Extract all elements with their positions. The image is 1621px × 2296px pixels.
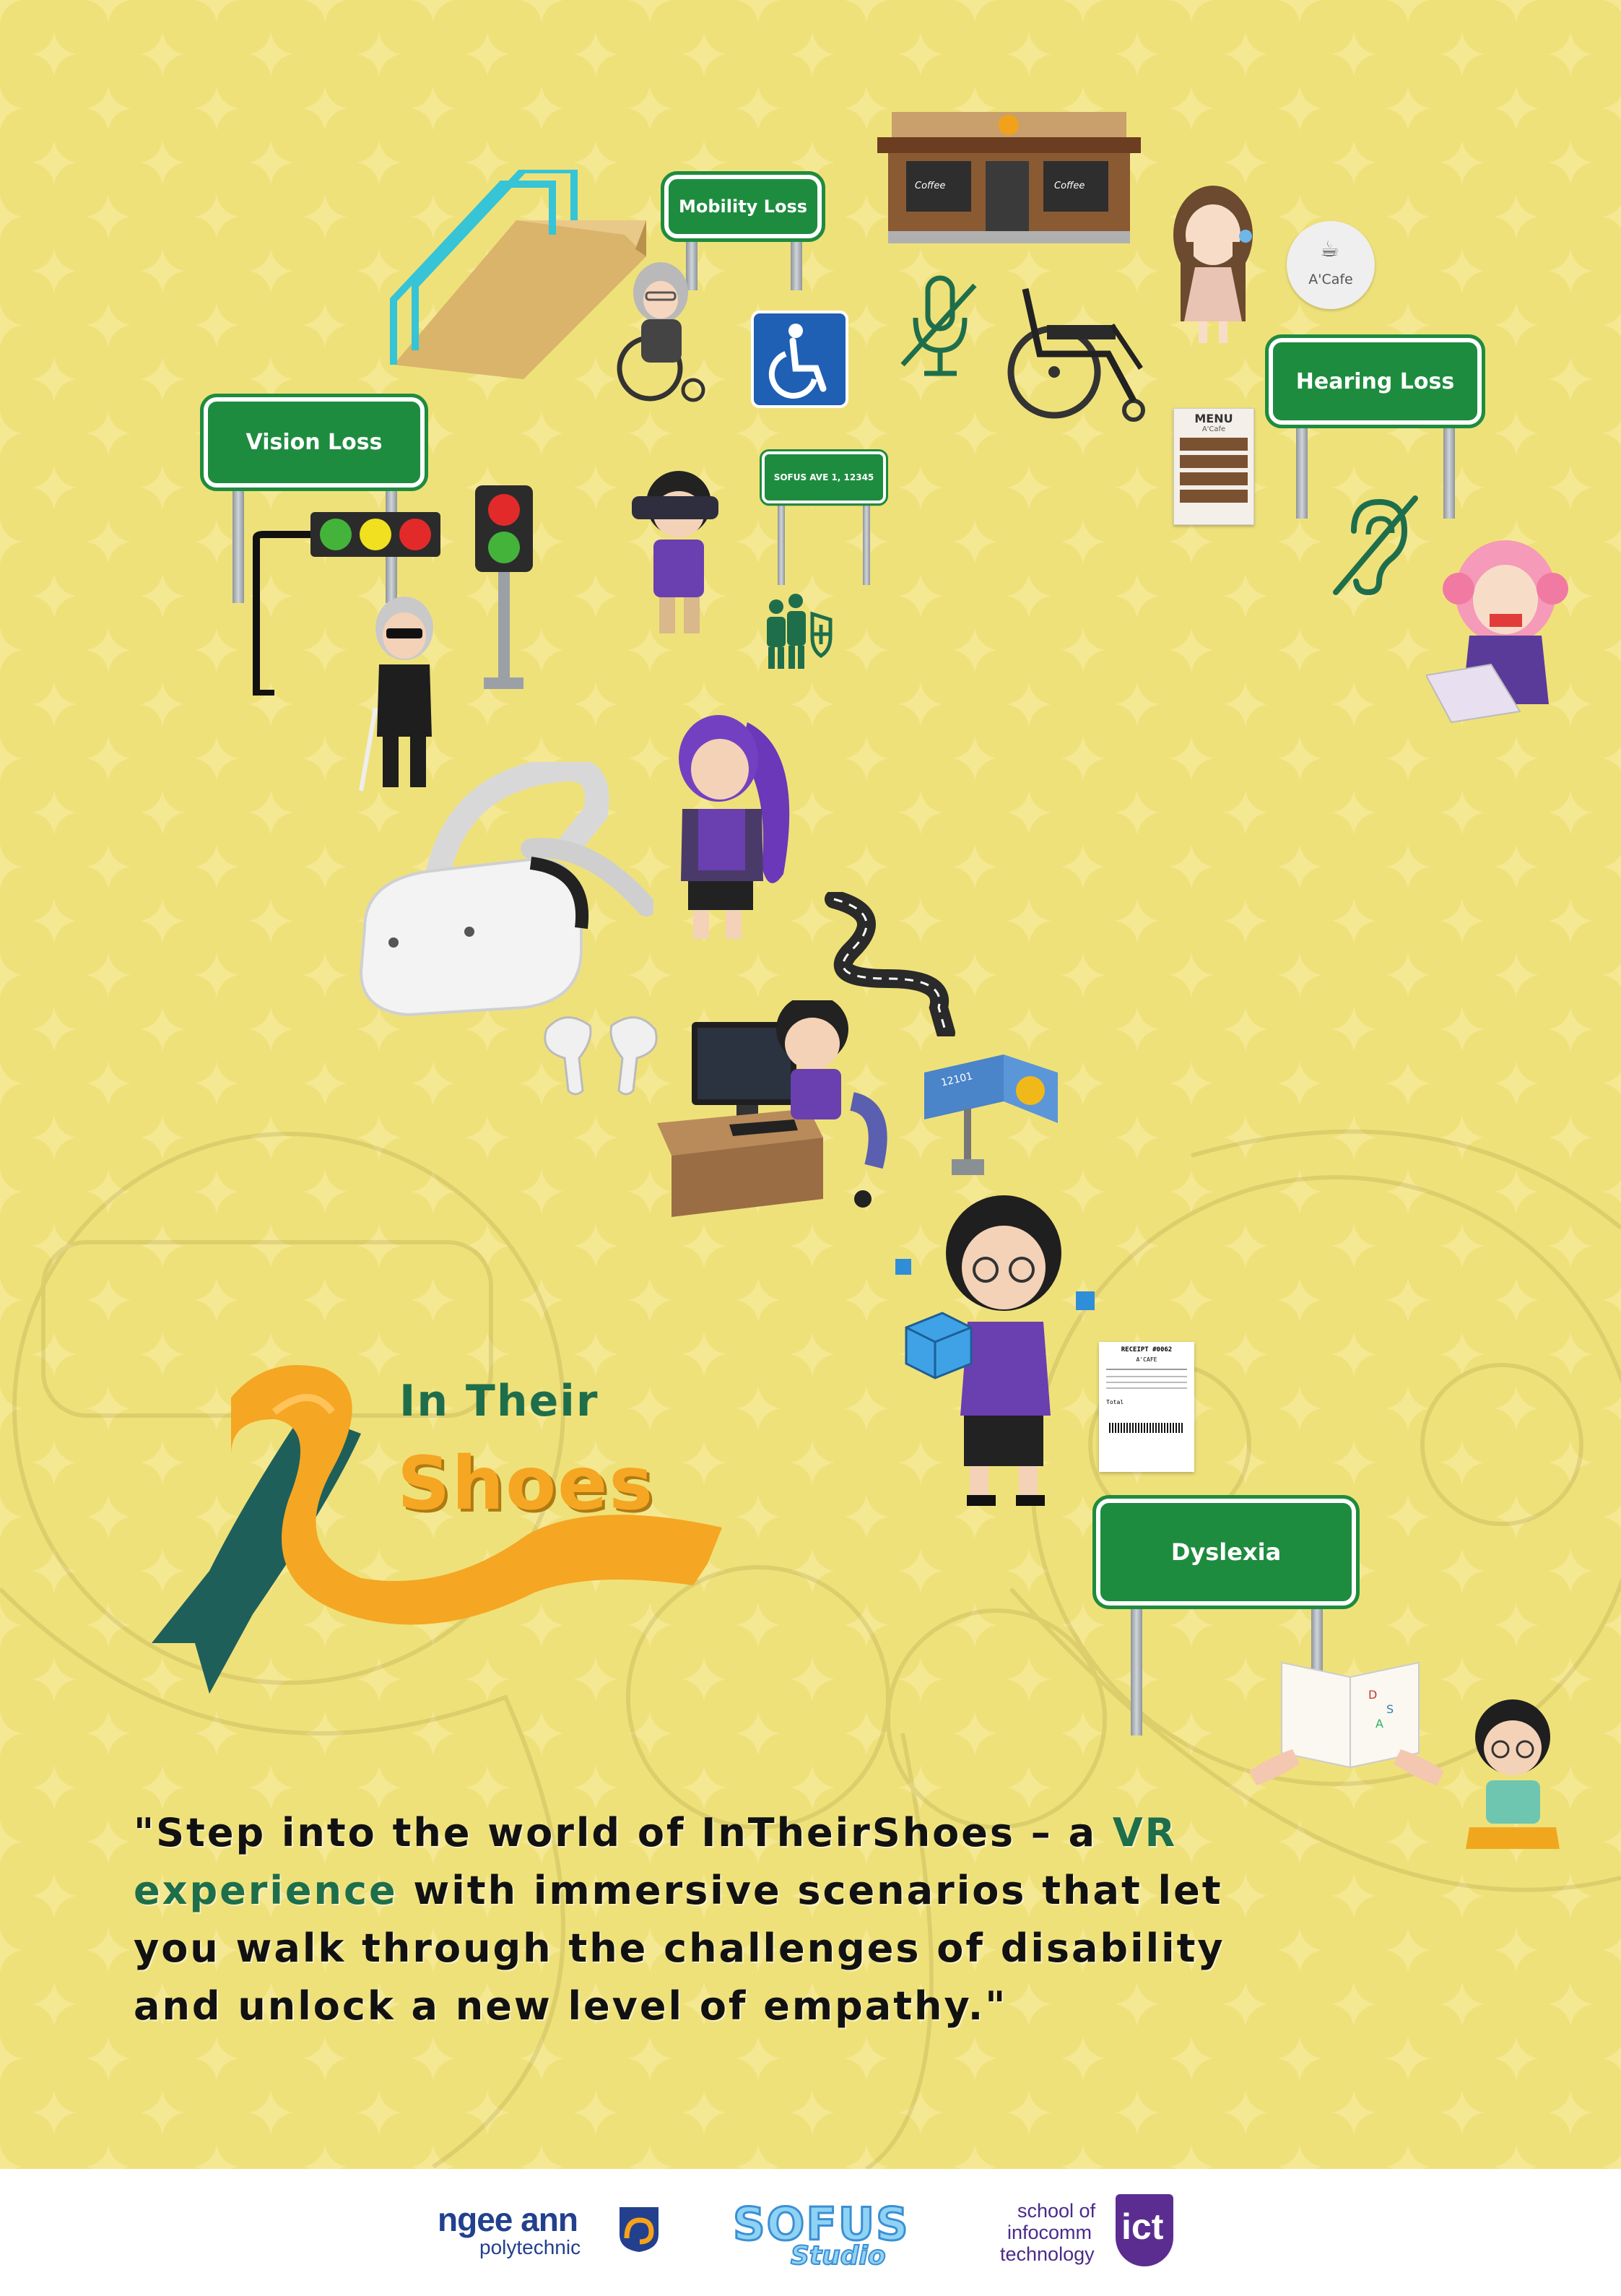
- ict-badge: ict: [1116, 2194, 1173, 2266]
- svg-text:A: A: [1376, 1717, 1383, 1730]
- poster: Mobility Loss Coffee Coffee ☕ A'Cafe Hea…: [0, 0, 1621, 2169]
- menu-subtitle: A'Cafe: [1201, 425, 1226, 433]
- cafe-receipt: RECEIPT #0062 A'CAFE Total: [1099, 1342, 1194, 1472]
- developer-character-purple-hair: [679, 715, 790, 939]
- sign-vision-loss-label: Vision Loss: [200, 394, 428, 491]
- np-logo-line1: ngee ann: [438, 2201, 578, 2238]
- ict-logo-line2: infocomm: [1007, 2222, 1092, 2243]
- sofus-studio-logo: SOFUS Studio: [732, 2197, 921, 2277]
- sign-street-name-label: SOFUS AVE 1, 12345: [760, 449, 888, 506]
- quote-part1: "Step into the world of InTheirShoes – a: [134, 1810, 1113, 1855]
- computer-desk-icon: [657, 1000, 887, 1217]
- footer-logos: ngee ann polytechnic SOFUS Studio school…: [0, 2169, 1621, 2296]
- cafe-menu-card: MENU A'Cafe: [1173, 408, 1254, 525]
- sign-mobility-loss-label: Mobility Loss: [661, 171, 825, 242]
- vr-headset-icon: [359, 762, 653, 1017]
- ngee-ann-polytechnic-logo: ngee ann polytechnic: [438, 2200, 661, 2258]
- menu-title: MENU: [1194, 412, 1233, 425]
- cafe-window-left-text: Coffee: [915, 181, 946, 191]
- svg-text:D: D: [1368, 1688, 1377, 1702]
- cafe-icon: ☕: [1320, 237, 1339, 262]
- cube-icon: [895, 1259, 1095, 1379]
- title-line2: Shoes: [397, 1441, 655, 1527]
- pedestrian-signal-icon: [475, 485, 533, 689]
- svg-text:S: S: [1386, 1702, 1394, 1716]
- street-direction-sign: 12101: [921, 1044, 1061, 1177]
- cafe-logo-text: A'Cafe: [1308, 272, 1353, 287]
- sign-hearing-loss-label: Hearing Loss: [1265, 334, 1485, 428]
- muted-mic-icon: [900, 275, 977, 376]
- title-line1: In Their: [399, 1376, 599, 1426]
- sign-street-name: SOFUS AVE 1, 12345: [760, 449, 888, 585]
- receipt-title: RECEIPT #0062: [1121, 1346, 1173, 1353]
- vr-user-character: [632, 471, 718, 633]
- cafe-window-right-text: Coffee: [1054, 181, 1085, 191]
- deaf-ear-icon: [1333, 495, 1418, 596]
- ict-logo-line1: school of: [1017, 2200, 1096, 2222]
- book-icon: D S A: [1249, 1661, 1444, 1785]
- wheelchair-symbol-icon: [751, 311, 848, 408]
- caregiver-icon: [767, 594, 833, 669]
- cafe-building: Coffee Coffee: [877, 112, 1141, 246]
- sign-hearing-loss: Hearing Loss: [1265, 334, 1485, 519]
- child-reading-character: [1466, 1699, 1560, 1849]
- ict-logo-line3: technology: [1000, 2243, 1095, 2265]
- sofus-logo-line2: Studio: [790, 2240, 887, 2271]
- np-emblem-icon: [620, 2207, 659, 2252]
- sign-dyslexia-label: Dyslexia: [1092, 1495, 1360, 1609]
- hearing-aid-girl-character: [1173, 186, 1253, 343]
- np-logo-line2: polytechnic: [479, 2236, 581, 2258]
- laptop-girl-character: [1426, 540, 1568, 724]
- wheelchair-icon: [1007, 288, 1145, 422]
- receipt-shop: A'CAFE: [1136, 1356, 1157, 1363]
- receipt-total: Total: [1106, 1399, 1124, 1405]
- sign-dyslexia: Dyslexia: [1092, 1495, 1360, 1736]
- cafe-logo: ☕ A'Cafe: [1287, 221, 1375, 309]
- ict-badge-text: ict: [1121, 2206, 1164, 2247]
- sign-mobility-loss: Mobility Loss: [661, 171, 825, 290]
- vr-controllers-icon: [544, 1016, 658, 1096]
- wheelchair-user-character: [617, 262, 705, 402]
- tagline-quote: "Step into the world of InTheirShoes – a…: [134, 1804, 1303, 2035]
- school-of-ict-logo: school of infocomm technology ict: [1000, 2194, 1188, 2274]
- sign-vision-loss: Vision Loss: [200, 394, 428, 603]
